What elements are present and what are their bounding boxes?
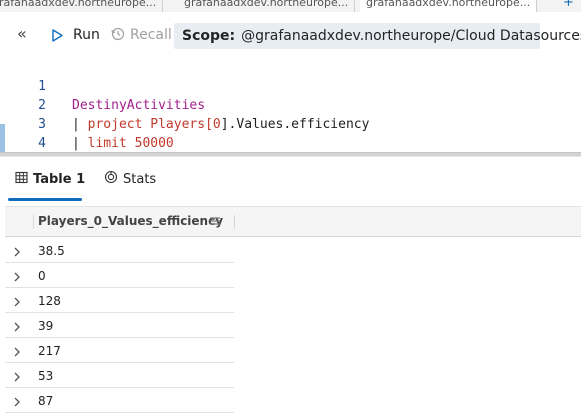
- play-icon: [52, 29, 63, 42]
- table-row[interactable]: 39: [5, 313, 234, 338]
- code-text: | project Players[0].Values.efficiency: [72, 115, 369, 134]
- scope-label: Scope:: [182, 28, 236, 44]
- line-number: 4: [38, 136, 46, 151]
- cell-value: 87: [38, 394, 54, 408]
- code-token-index: 0: [212, 117, 221, 132]
- code-text: | limit 50000: [72, 134, 174, 153]
- results-grid: Players_0_Values_efficiency 38.5 0 128 39 21…: [0, 202, 581, 413]
- cell-value: 53: [38, 369, 54, 383]
- table-row[interactable]: 128: [5, 288, 234, 313]
- chevron-double-left-icon: «: [17, 24, 27, 43]
- recall-icon: [111, 26, 125, 45]
- code-token-operator: limit: [87, 136, 127, 151]
- code-text: DestinyActivities: [72, 96, 205, 115]
- collapse-panel-button[interactable]: «: [17, 26, 27, 42]
- column-header-label[interactable]: Players_0_Values_efficiency: [38, 214, 223, 228]
- table-row[interactable]: 38.5: [5, 238, 234, 263]
- tab-stats[interactable]: Stats: [104, 169, 156, 189]
- code-token-table: DestinyActivities: [72, 98, 206, 113]
- run-button[interactable]: Run: [52, 25, 100, 45]
- active-tab-indicator: [8, 198, 82, 201]
- document-tab-label: grafanaadxdev.northeurope...: [184, 0, 349, 9]
- cell-value: 217: [38, 344, 61, 358]
- table-row[interactable]: 0: [5, 263, 234, 288]
- editor-line: 1 DestinyActivities: [0, 58, 205, 113]
- table-row[interactable]: 217: [5, 338, 234, 363]
- document-tab-label: grafanaadxdev.northeurope...: [0, 0, 157, 9]
- editor-line: 4: [0, 115, 46, 151]
- query-editor[interactable]: 1 DestinyActivities 2 | project Players[…: [0, 58, 581, 152]
- chevron-right-icon[interactable]: [12, 243, 22, 262]
- code-token-path: ].Values.efficiency: [220, 117, 370, 132]
- editor-line: 2 | project Players[0].Values.efficiency: [0, 77, 369, 132]
- tab-stats-label: Stats: [123, 171, 157, 187]
- chevron-right-icon[interactable]: [12, 293, 22, 312]
- scope-value: @grafanaadxdev.northeurope/Cloud Datasou…: [241, 28, 581, 44]
- table-row[interactable]: 53: [5, 363, 234, 388]
- column-menu-icon[interactable]: [209, 213, 221, 233]
- add-tab-button[interactable]: +: [563, 0, 574, 12]
- document-tab-label: grafanaadxdev.northeurope...: [366, 0, 531, 9]
- stats-icon: [104, 170, 123, 188]
- code-token-number: 50000: [126, 136, 174, 151]
- chevron-right-icon[interactable]: [12, 368, 22, 387]
- chevron-right-icon[interactable]: [12, 318, 22, 337]
- recall-button[interactable]: Recall: [111, 25, 172, 45]
- tab-table-1[interactable]: Table 1: [15, 169, 85, 189]
- column-resize-handle[interactable]: [234, 215, 235, 229]
- document-tab-active[interactable]: grafanaadxdev.northeurope...: [360, 0, 538, 12]
- chevron-right-icon[interactable]: [12, 393, 22, 412]
- table-icon: [15, 171, 33, 188]
- grid-header-row: Players_0_Values_efficiency: [5, 206, 581, 237]
- cell-value: 0: [38, 269, 46, 283]
- column-divider: [33, 215, 34, 229]
- cell-value: 128: [38, 294, 61, 308]
- code-token-pipe: |: [72, 117, 88, 132]
- recall-label: Recall: [130, 27, 172, 43]
- code-token-operator: project: [87, 117, 143, 132]
- code-token-pipe: |: [72, 136, 88, 151]
- chevron-right-icon[interactable]: [12, 268, 22, 287]
- tab-table-1-label: Table 1: [33, 171, 86, 187]
- cell-value: 39: [38, 319, 54, 333]
- cell-value: 38.5: [38, 244, 65, 258]
- result-tabs: Table 1 Stats: [0, 157, 581, 201]
- run-label: Run: [73, 27, 100, 43]
- document-tab[interactable]: grafanaadxdev.northeurope...: [178, 0, 356, 12]
- table-row[interactable]: 87: [5, 388, 234, 413]
- chevron-right-icon[interactable]: [12, 343, 22, 362]
- document-tab[interactable]: grafanaadxdev.northeurope...: [0, 0, 164, 12]
- code-token-column: Players[: [142, 117, 213, 132]
- query-toolbar: « Run Recall Scope: @grafanaadxdev.north…: [0, 12, 581, 58]
- editor-line: 3 | limit 50000: [0, 96, 174, 151]
- scope-indicator[interactable]: Scope: @grafanaadxdev.northeurope/Cloud …: [174, 23, 581, 49]
